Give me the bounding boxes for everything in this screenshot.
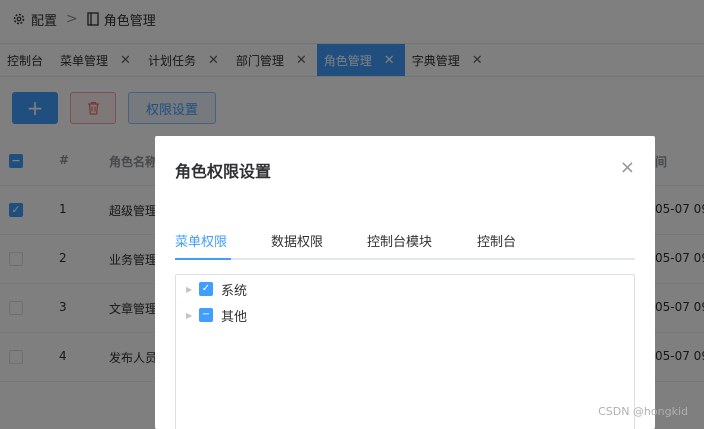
tab-data-permission[interactable]: 数据权限 [271,231,323,250]
dialog-tabs: 菜单权限 数据权限 控制台模块 控制台 [175,231,635,260]
tree-node-label: 系统 [221,283,248,299]
dialog-title: 角色权限设置 [175,162,272,181]
tab-dashboard-module[interactable]: 控制台模块 [367,231,432,250]
role-permission-dialog: 角色权限设置 × 菜单权限 数据权限 控制台模块 控制台 ▶ ✓ 系统 ▶ − … [155,136,655,429]
tab-dashboard[interactable]: 控制台 [477,231,516,250]
expand-arrow-icon[interactable]: ▶ [186,285,199,294]
watermark: CSDN @hongkid [598,405,688,418]
close-icon[interactable]: × [620,157,635,178]
expand-arrow-icon[interactable]: ▶ [186,311,199,320]
permission-tree: ▶ ✓ 系统 ▶ − 其他 [175,274,635,429]
tree-node-label: 其他 [221,309,248,325]
tab-menu-permission[interactable]: 菜单权限 [175,231,227,250]
tree-checkbox-indeterminate[interactable]: − [199,308,213,322]
active-tab-indicator [175,258,231,260]
tree-node-other[interactable]: ▶ − 其他 [186,307,248,325]
tree-node-system[interactable]: ▶ ✓ 系统 [186,281,248,299]
tree-checkbox-checked[interactable]: ✓ [199,282,213,296]
